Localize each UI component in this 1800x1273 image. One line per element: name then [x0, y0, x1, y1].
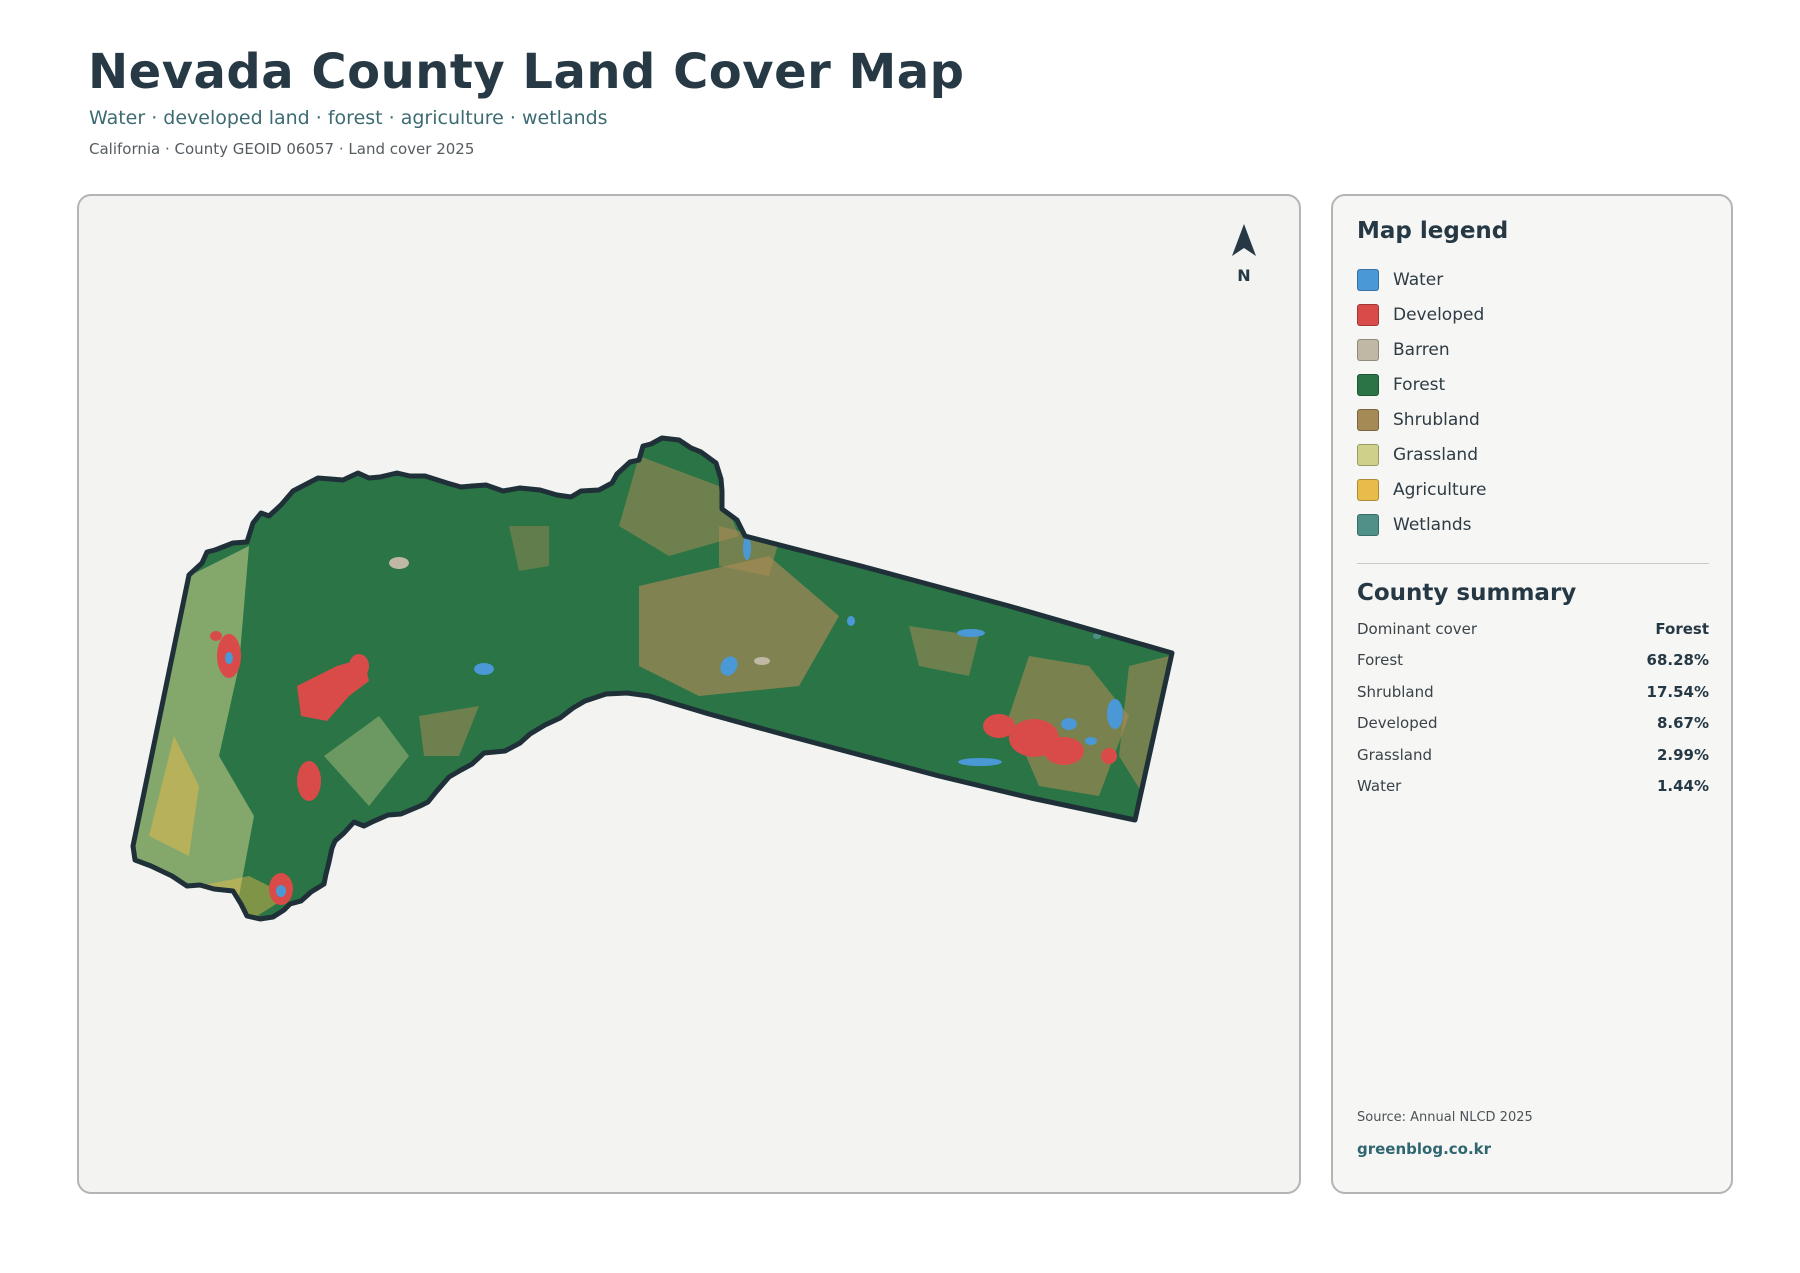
legend-label: Forest	[1393, 374, 1446, 395]
summary-row: Developed 8.67%	[1357, 708, 1709, 740]
brand-link[interactable]: greenblog.co.kr	[1357, 1140, 1491, 1158]
summary-value: 8.67%	[1656, 714, 1709, 733]
summary-row: Forest 68.28%	[1357, 645, 1709, 677]
summary-label: Water	[1357, 777, 1402, 796]
legend-label: Water	[1393, 269, 1444, 290]
map-subtitle: Water · developed land · forest · agricu…	[89, 107, 608, 129]
map-panel[interactable]	[77, 194, 1301, 1194]
summary-label: Shrubland	[1357, 682, 1434, 701]
legend-label: Wetlands	[1393, 514, 1472, 535]
legend-swatch	[1357, 373, 1379, 396]
land-cover-raster	[133, 438, 1172, 919]
legend-label: Grassland	[1393, 444, 1478, 465]
legend-swatch	[1357, 478, 1379, 501]
summary-row: Shrubland 17.54%	[1357, 676, 1709, 708]
side-panel: Map legend Water Developed Barren Forest Shr…	[1331, 194, 1733, 1194]
source-note: Source: Annual NLCD 2025	[1357, 1110, 1533, 1125]
legend-item: Grassland	[1357, 437, 1487, 472]
summary-row: Water 1.44%	[1357, 771, 1709, 803]
summary-label: Developed	[1357, 714, 1438, 733]
legend-item: Forest	[1357, 367, 1487, 402]
north-label: N	[1237, 266, 1251, 285]
summary-label: Grassland	[1357, 745, 1432, 764]
legend-label: Barren	[1393, 339, 1450, 360]
summary-row: Dominant cover Forest	[1357, 613, 1709, 645]
legend-item: Developed	[1357, 297, 1487, 332]
summary-row: Grassland 2.99%	[1357, 739, 1709, 771]
legend-list: Water Developed Barren Forest Shrubland Grass…	[1357, 262, 1487, 542]
legend-heading: Map legend	[1357, 218, 1509, 244]
legend-swatch	[1357, 338, 1379, 361]
legend-label: Agriculture	[1393, 479, 1487, 500]
north-arrow: N	[1220, 222, 1268, 285]
legend-swatch	[1357, 443, 1379, 466]
legend-label: Shrubland	[1393, 409, 1480, 430]
summary-value: 68.28%	[1646, 651, 1709, 670]
summary-value: Forest	[1655, 619, 1709, 638]
summary-heading: County summary	[1357, 580, 1577, 606]
legend-swatch	[1357, 408, 1379, 431]
summary-label: Dominant cover	[1357, 619, 1478, 638]
panel-divider	[1357, 563, 1709, 564]
legend-swatch	[1357, 268, 1379, 291]
legend-swatch	[1357, 513, 1379, 536]
map-title: Nevada County Land Cover Map	[88, 44, 965, 100]
legend-swatch	[1357, 303, 1379, 326]
summary-label: Forest	[1357, 651, 1404, 670]
legend-item: Shrubland	[1357, 402, 1487, 437]
legend-item: Wetlands	[1357, 507, 1487, 542]
summary-value: 1.44%	[1656, 777, 1709, 796]
summary-table: Dominant cover Forest Forest 68.28% Shrublan…	[1357, 613, 1709, 802]
county-map[interactable]	[79, 196, 1301, 1194]
legend-label: Developed	[1393, 304, 1485, 325]
north-arrow-icon	[1232, 224, 1256, 256]
summary-value: 17.54%	[1646, 682, 1709, 701]
legend-item: Barren	[1357, 332, 1487, 367]
legend-item: Water	[1357, 262, 1487, 297]
map-meta: California · County GEOID 06057 · Land c…	[89, 140, 475, 158]
summary-value: 2.99%	[1656, 745, 1709, 764]
legend-item: Agriculture	[1357, 472, 1487, 507]
